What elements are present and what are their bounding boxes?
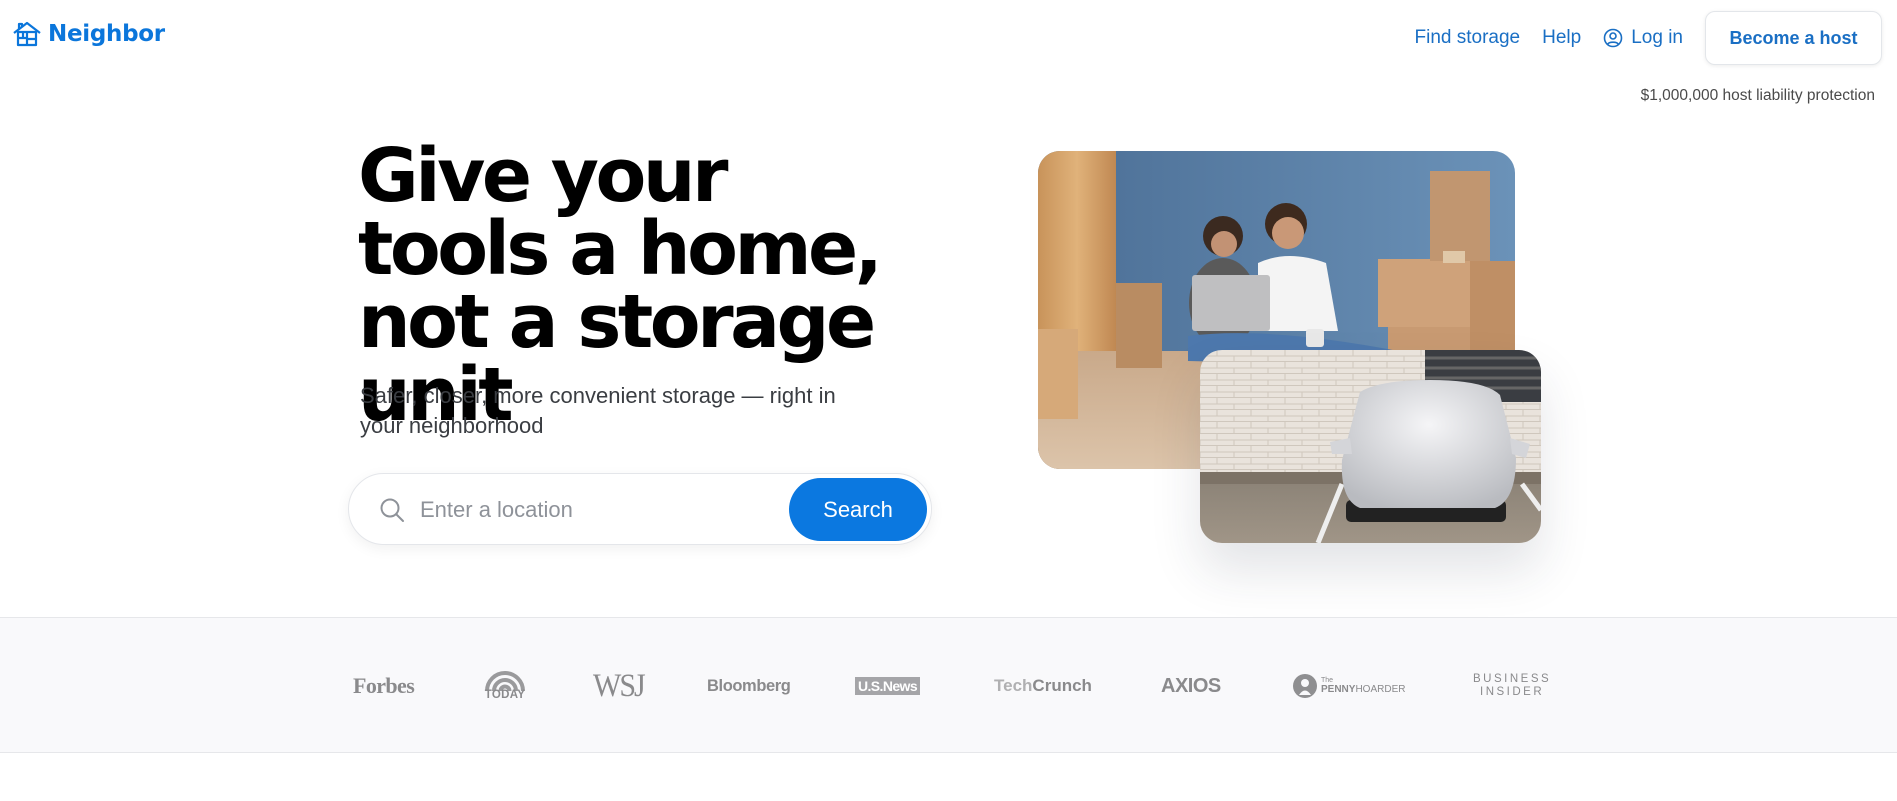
location-search-form: Search: [348, 473, 932, 545]
user-circle-icon: [1603, 28, 1623, 48]
press-logo-forbes: Forbes: [353, 673, 415, 698]
become-host-button[interactable]: Become a host: [1705, 11, 1882, 65]
penny-hoarder-portrait-icon: [1293, 674, 1317, 698]
press-logo-usnews: U.S.News: [855, 618, 920, 754]
business-insider-line2: INSIDER: [1480, 686, 1545, 698]
today-rainbow-icon: [485, 671, 525, 691]
liability-note: $1,000,000 host liability protection: [1640, 87, 1875, 104]
today-text: TODAY: [484, 689, 526, 701]
brand-name: Neighbor: [48, 21, 165, 47]
techcrunch-crunch: Crunch: [1032, 676, 1092, 695]
press-logo-penny-hoarder: The PENNYHOARDER: [1293, 618, 1405, 754]
press-logo-today: TODAY: [483, 618, 527, 754]
location-search-input[interactable]: [420, 488, 730, 532]
press-logo-wsj: WSJ: [593, 667, 646, 704]
login-label: Log in: [1631, 27, 1683, 48]
penny-penny: PENNY: [1321, 684, 1356, 695]
brand-logo[interactable]: Neighbor: [12, 20, 165, 48]
techcrunch-tech: Tech: [994, 676, 1033, 695]
house-logo-icon: [13, 21, 41, 47]
hero-subtitle: Safer, closer, more convenient storage —…: [360, 383, 836, 438]
search-icon: [380, 498, 404, 522]
press-logo-bloomberg: Bloomberg: [707, 676, 791, 695]
press-logo-techcrunch: Tech Crunch: [994, 618, 1092, 754]
press-logo-business-insider: BUSINESS INSIDER: [1473, 618, 1551, 754]
search-button[interactable]: Search: [789, 478, 927, 541]
business-insider-line1: BUSINESS: [1473, 673, 1552, 685]
usnews-text: U.S.News: [855, 677, 920, 695]
nav-login[interactable]: Log in: [1603, 27, 1683, 49]
press-logos-strip: Forbes TODAY WSJ Bloomberg U.S.News Tech…: [0, 617, 1897, 753]
press-logo-axios: AXIOS: [1161, 674, 1221, 697]
site-header: Neighbor Find storage Help Log in Become…: [0, 0, 1897, 104]
penny-hoarder: HOARDER: [1355, 684, 1406, 695]
nav-help[interactable]: Help: [1542, 27, 1581, 49]
main-nav: Find storage Help Log in Become a host: [1415, 11, 1882, 65]
nav-find-storage[interactable]: Find storage: [1415, 27, 1521, 49]
hero-image-covered-car: [1200, 350, 1541, 543]
